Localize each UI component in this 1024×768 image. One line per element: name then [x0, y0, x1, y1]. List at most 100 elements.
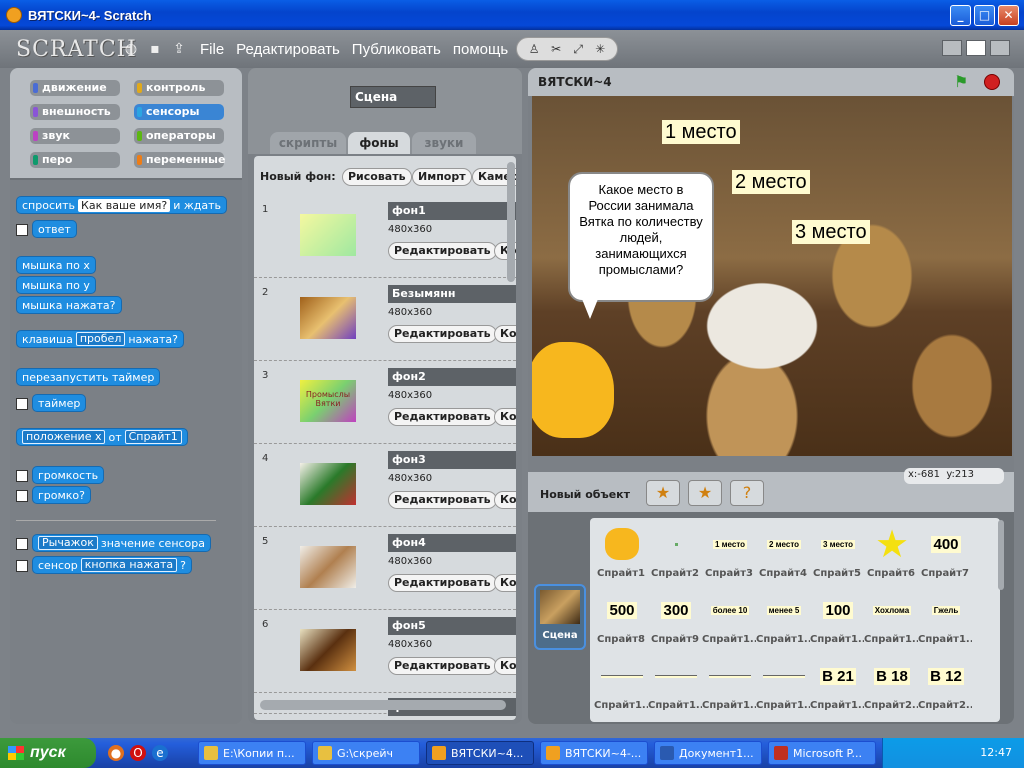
sprite-item[interactable]: 2 место Спрайт4 — [756, 520, 810, 584]
attribute-dropdown[interactable]: положение x — [22, 430, 106, 444]
stage-tile[interactable]: Сцена — [534, 584, 586, 650]
block-key-pressed[interactable]: клавиша пробел нажата? — [16, 330, 184, 348]
background-name[interactable]: фон2 — [388, 368, 516, 386]
background-name[interactable]: фон3 — [388, 451, 516, 469]
background-thumbnail[interactable] — [300, 629, 356, 671]
sprite-item[interactable]: 300 Спрайт9 — [648, 586, 702, 650]
block-loud[interactable]: громко? — [32, 486, 92, 504]
paint-sprite-icon[interactable]: ★ — [646, 480, 680, 506]
sprite-item[interactable]: Спрайт1 — [594, 520, 648, 584]
background-thumbnail[interactable] — [300, 463, 356, 505]
background-item[interactable]: 1фон1480x360РедактироватьКопи — [254, 196, 516, 278]
duplicate-icon[interactable]: ♙ — [523, 40, 545, 58]
taskbar-button[interactable]: G:\скрейч — [312, 741, 420, 765]
stage-canvas[interactable]: 1 место 2 место 3 место Какое место в Ро… — [532, 96, 1012, 456]
edit-button[interactable]: Редактировать — [388, 242, 497, 260]
maximize-button[interactable]: □ — [974, 5, 995, 26]
copy-button[interactable]: Копи — [494, 657, 516, 675]
random-sprite-icon[interactable]: ? — [730, 480, 764, 506]
firefox-icon[interactable]: ● — [108, 745, 124, 761]
opera-icon[interactable]: O — [130, 745, 146, 761]
block-answer[interactable]: ответ — [32, 220, 77, 238]
sensor-button-dropdown[interactable]: кнопка нажата — [80, 558, 178, 572]
menu-share[interactable]: Публиковать — [352, 41, 441, 58]
edit-button[interactable]: Редактировать — [388, 408, 497, 426]
edit-button[interactable]: Редактировать — [388, 325, 497, 343]
sprite-item[interactable]: Гжель Спрайт1... — [918, 586, 972, 650]
checkbox-answer[interactable] — [16, 224, 28, 236]
green-flag-icon[interactable]: ⚑ — [954, 74, 972, 90]
taskbar-button[interactable]: Microsoft P... — [768, 741, 876, 765]
start-button[interactable]: пуск — [0, 738, 96, 768]
sprite-item[interactable]: Спрайт1... — [756, 652, 810, 716]
sprite-item[interactable]: Спрайт2 — [648, 520, 702, 584]
category-operators[interactable]: операторы — [134, 128, 224, 144]
close-button[interactable]: ✕ — [998, 5, 1019, 26]
stop-icon[interactable] — [984, 74, 1000, 90]
category-variables[interactable]: переменные — [134, 152, 225, 168]
block-reset-timer[interactable]: перезапустить таймер — [16, 368, 161, 386]
globe-icon[interactable]: ◍ — [122, 40, 140, 58]
sprite-item[interactable]: Спрайт1... — [702, 652, 756, 716]
horizontal-scrollbar[interactable] — [260, 700, 506, 710]
block-attribute-of[interactable]: положение x от Спрайт1 — [16, 428, 188, 446]
delete-icon[interactable]: ✂ — [545, 40, 567, 58]
background-item[interactable]: 3 Промыслы Вятки фон2 480x360 Редактировать К… — [254, 362, 516, 444]
sprite-item[interactable]: 3 место Спрайт5 — [810, 520, 864, 584]
edit-button[interactable]: Редактировать — [388, 491, 497, 509]
cat-sprite[interactable] — [532, 342, 614, 438]
sprite-item[interactable]: В 18 Спрайт2... — [864, 652, 918, 716]
place-label-1[interactable]: 1 место — [662, 120, 740, 144]
edit-button[interactable]: Редактировать — [388, 657, 497, 675]
copy-button[interactable]: Копи — [494, 408, 516, 426]
sprite-item[interactable]: В 12 Спрайт2... — [918, 652, 972, 716]
taskbar-button[interactable]: ВЯТСКИ~4-... — [540, 741, 648, 765]
block-timer[interactable]: таймер — [32, 394, 87, 412]
choose-sprite-icon[interactable]: ★ — [688, 480, 722, 506]
share-icon[interactable]: ⇪ — [170, 40, 188, 58]
sprite-dropdown[interactable]: Спрайт1 — [124, 430, 182, 444]
background-item[interactable]: 6 фон5 480x360 РедактироватьКопи — [254, 611, 516, 693]
category-pen[interactable]: перо — [30, 152, 120, 168]
background-item[interactable]: 2 Безымянн 480x360 РедактироватьКопи — [254, 279, 516, 361]
block-mouse-x[interactable]: мышка по x — [16, 256, 96, 274]
key-dropdown[interactable]: пробел — [75, 332, 126, 346]
taskbar-button[interactable]: ВЯТСКИ~4... — [426, 741, 534, 765]
category-sensing[interactable]: сенсоры — [134, 104, 224, 120]
taskbar-button[interactable]: E:\Копии п... — [198, 741, 306, 765]
copy-button[interactable]: Копи — [494, 491, 516, 509]
background-name[interactable]: Безымянн — [388, 285, 516, 303]
edit-button[interactable]: Редактировать — [388, 574, 497, 592]
minimize-button[interactable]: _ — [950, 5, 971, 26]
sensor-dropdown[interactable]: Рычажок — [38, 536, 98, 550]
checkbox-sensor-value[interactable] — [16, 538, 28, 550]
ie-icon[interactable]: e — [152, 745, 168, 761]
menu-edit[interactable]: Редактировать — [236, 41, 340, 58]
background-thumbnail[interactable] — [300, 297, 356, 339]
place-label-3[interactable]: 3 место — [792, 220, 870, 244]
background-name[interactable]: фон5 — [388, 617, 516, 635]
vertical-scrollbar[interactable] — [507, 162, 515, 282]
checkbox-timer[interactable] — [16, 398, 28, 410]
background-name[interactable]: фон1 — [388, 202, 516, 220]
background-thumbnail[interactable] — [300, 546, 356, 588]
sprite-item[interactable]: 500 Спрайт8 — [594, 586, 648, 650]
place-label-2[interactable]: 2 место — [732, 170, 810, 194]
taskbar-button[interactable]: Документ1... — [654, 741, 762, 765]
paint-button[interactable]: Рисовать — [342, 168, 412, 186]
shrink-icon[interactable]: ✳ — [589, 40, 611, 58]
sprite-item[interactable]: 100 Спрайт1... — [810, 586, 864, 650]
category-control[interactable]: контроль — [134, 80, 224, 96]
grow-icon[interactable]: ⤢ — [567, 40, 589, 58]
scene-name-field[interactable]: Сцена — [350, 86, 436, 108]
background-item[interactable]: 4 фон3 480x360 РедактироватьКопи — [254, 445, 516, 527]
small-stage-icon[interactable] — [942, 40, 962, 56]
normal-stage-icon[interactable] — [966, 40, 986, 56]
presentation-icon[interactable] — [990, 40, 1010, 56]
category-motion[interactable]: движение — [30, 80, 120, 96]
category-sound[interactable]: звук — [30, 128, 120, 144]
sprite-item[interactable]: ★ Спрайт6 — [864, 520, 918, 584]
block-loudness[interactable]: громкость — [32, 466, 105, 484]
import-button[interactable]: Импорт — [412, 168, 472, 186]
background-item[interactable]: 5 фон4 480x360 РедактироватьКопи — [254, 528, 516, 610]
